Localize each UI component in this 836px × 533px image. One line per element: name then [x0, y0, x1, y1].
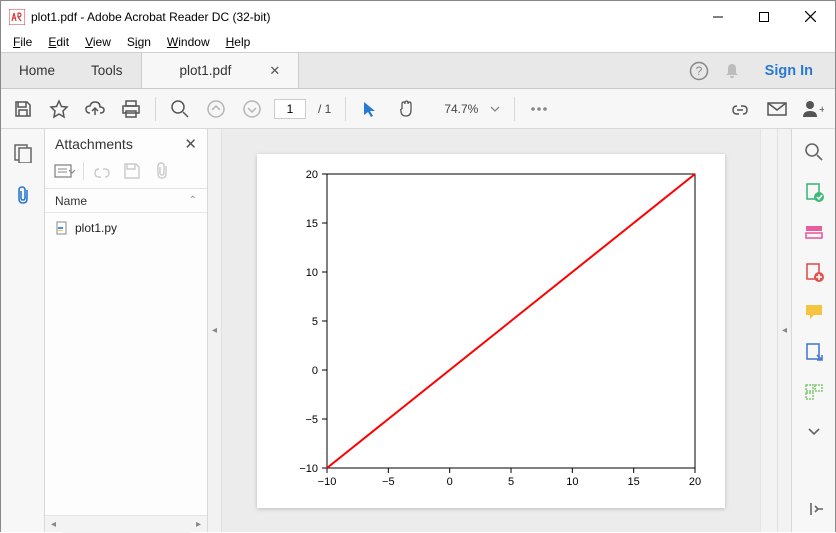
- svg-text:5: 5: [312, 316, 318, 328]
- pointer-icon[interactable]: [356, 95, 384, 123]
- scroll-left-arrow[interactable]: ◂: [45, 519, 62, 530]
- close-button[interactable]: [787, 2, 833, 32]
- export-pdf-icon[interactable]: [801, 179, 827, 205]
- menu-edit[interactable]: Edit: [40, 33, 77, 51]
- file-icon: [55, 221, 69, 235]
- zoom-level-label: 74.7%: [428, 102, 478, 116]
- minimize-button[interactable]: [695, 2, 741, 32]
- svg-text:5: 5: [508, 476, 514, 488]
- more-icon[interactable]: [525, 95, 553, 123]
- page-down-icon[interactable]: [238, 95, 266, 123]
- attachments-list: plot1.py: [45, 213, 207, 515]
- toolbar-separator: [155, 97, 156, 121]
- panel-close-icon[interactable]: ✕: [184, 135, 197, 153]
- add-person-icon[interactable]: +: [799, 95, 827, 123]
- sort-indicator-icon: ⌃: [189, 195, 197, 206]
- svg-text:10: 10: [306, 267, 318, 279]
- right-collapse-handle[interactable]: ◂: [777, 129, 791, 532]
- chart-plot: −10 −5 0 5 10 15 20 −10 −5 0 5 10 15 20: [257, 154, 725, 508]
- toolbar: / 1 74.7% +: [1, 89, 835, 129]
- window-title: plot1.pdf - Adobe Acrobat Reader DC (32-…: [31, 10, 695, 24]
- panel-options-icon[interactable]: [53, 159, 77, 183]
- svg-text:15: 15: [628, 476, 640, 488]
- sign-in-link[interactable]: Sign In: [755, 63, 823, 79]
- help-icon[interactable]: ?: [689, 61, 709, 81]
- panel-column-header[interactable]: Name ⌃: [45, 189, 207, 213]
- panel-save-icon[interactable]: [120, 159, 144, 183]
- search-tool-icon[interactable]: [801, 139, 827, 165]
- menu-bar: File Edit View Sign Window Help: [1, 32, 835, 52]
- print-icon[interactable]: [117, 95, 145, 123]
- organize-icon[interactable]: [801, 339, 827, 365]
- attachment-item[interactable]: plot1.py: [45, 217, 207, 239]
- page-up-icon[interactable]: [202, 95, 230, 123]
- zoom-dropdown-icon[interactable]: [486, 95, 504, 123]
- edit-pdf-icon[interactable]: [801, 219, 827, 245]
- svg-text:20: 20: [689, 476, 701, 488]
- svg-text:0: 0: [447, 476, 453, 488]
- star-icon[interactable]: [45, 95, 73, 123]
- title-bar: plot1.pdf - Adobe Acrobat Reader DC (32-…: [1, 1, 835, 32]
- search-icon[interactable]: [166, 95, 194, 123]
- toolbar-separator: [514, 97, 515, 121]
- attachment-name: plot1.py: [75, 221, 117, 235]
- svg-text:20: 20: [306, 169, 318, 181]
- app-icon: [9, 9, 25, 25]
- panel-open-icon[interactable]: [90, 159, 114, 183]
- tab-document-label: plot1.pdf: [160, 63, 252, 78]
- menu-view[interactable]: View: [77, 33, 119, 51]
- svg-text:+: +: [819, 104, 824, 116]
- svg-text:0: 0: [312, 365, 318, 377]
- toolbar-separator: [345, 97, 346, 121]
- compress-icon[interactable]: [801, 379, 827, 405]
- tab-tools[interactable]: Tools: [73, 53, 141, 88]
- scroll-right-arrow[interactable]: ▸: [190, 519, 207, 530]
- hand-icon[interactable]: [392, 95, 420, 123]
- vertical-scrollbar[interactable]: [760, 129, 777, 532]
- svg-text:−10: −10: [299, 463, 318, 475]
- tab-document[interactable]: plot1.pdf ✕: [141, 53, 300, 88]
- link-share-icon[interactable]: [727, 95, 755, 123]
- chevron-down-icon[interactable]: [801, 419, 827, 445]
- svg-text:15: 15: [306, 218, 318, 230]
- svg-text:10: 10: [566, 476, 578, 488]
- menu-file[interactable]: File: [5, 33, 40, 51]
- cloud-upload-icon[interactable]: [81, 95, 109, 123]
- panel-title: Attachments: [55, 136, 184, 152]
- column-name-label: Name: [55, 194, 87, 208]
- left-rail: [1, 129, 45, 532]
- pdf-page: −10 −5 0 5 10 15 20 −10 −5 0 5 10 15 20: [257, 154, 725, 508]
- expand-tools-icon[interactable]: [801, 496, 827, 522]
- panel-horizontal-scrollbar[interactable]: ◂ ▸: [45, 515, 207, 532]
- attachments-panel: Attachments ✕ Name ⌃ plot1.py ◂ ▸: [45, 129, 208, 532]
- save-icon[interactable]: [9, 95, 37, 123]
- maximize-button[interactable]: [741, 2, 787, 32]
- menu-window[interactable]: Window: [159, 33, 218, 51]
- bell-icon[interactable]: [723, 62, 741, 80]
- page-number-input[interactable]: [274, 99, 306, 119]
- tab-close-icon[interactable]: ✕: [269, 63, 280, 79]
- right-rail: [791, 129, 835, 532]
- svg-text:−5: −5: [305, 414, 318, 426]
- main-area: Attachments ✕ Name ⌃ plot1.py ◂ ▸ ◂: [1, 129, 835, 532]
- thumbnails-icon[interactable]: [9, 139, 37, 167]
- menu-help[interactable]: Help: [218, 33, 259, 51]
- svg-text:?: ?: [695, 64, 702, 78]
- page-total-label: / 1: [314, 102, 335, 116]
- tab-home[interactable]: Home: [1, 53, 73, 88]
- tab-bar: Home Tools plot1.pdf ✕ ? Sign In: [1, 52, 835, 89]
- create-pdf-icon[interactable]: [801, 259, 827, 285]
- svg-text:−5: −5: [382, 476, 395, 488]
- svg-text:−10: −10: [318, 476, 337, 488]
- menu-sign[interactable]: Sign: [119, 33, 159, 51]
- attachments-icon[interactable]: [9, 181, 37, 209]
- left-collapse-handle[interactable]: ◂: [208, 129, 222, 532]
- email-icon[interactable]: [763, 95, 791, 123]
- panel-attach-icon[interactable]: [150, 159, 174, 183]
- comment-icon[interactable]: [801, 299, 827, 325]
- document-viewport[interactable]: −10 −5 0 5 10 15 20 −10 −5 0 5 10 15 20: [222, 129, 760, 532]
